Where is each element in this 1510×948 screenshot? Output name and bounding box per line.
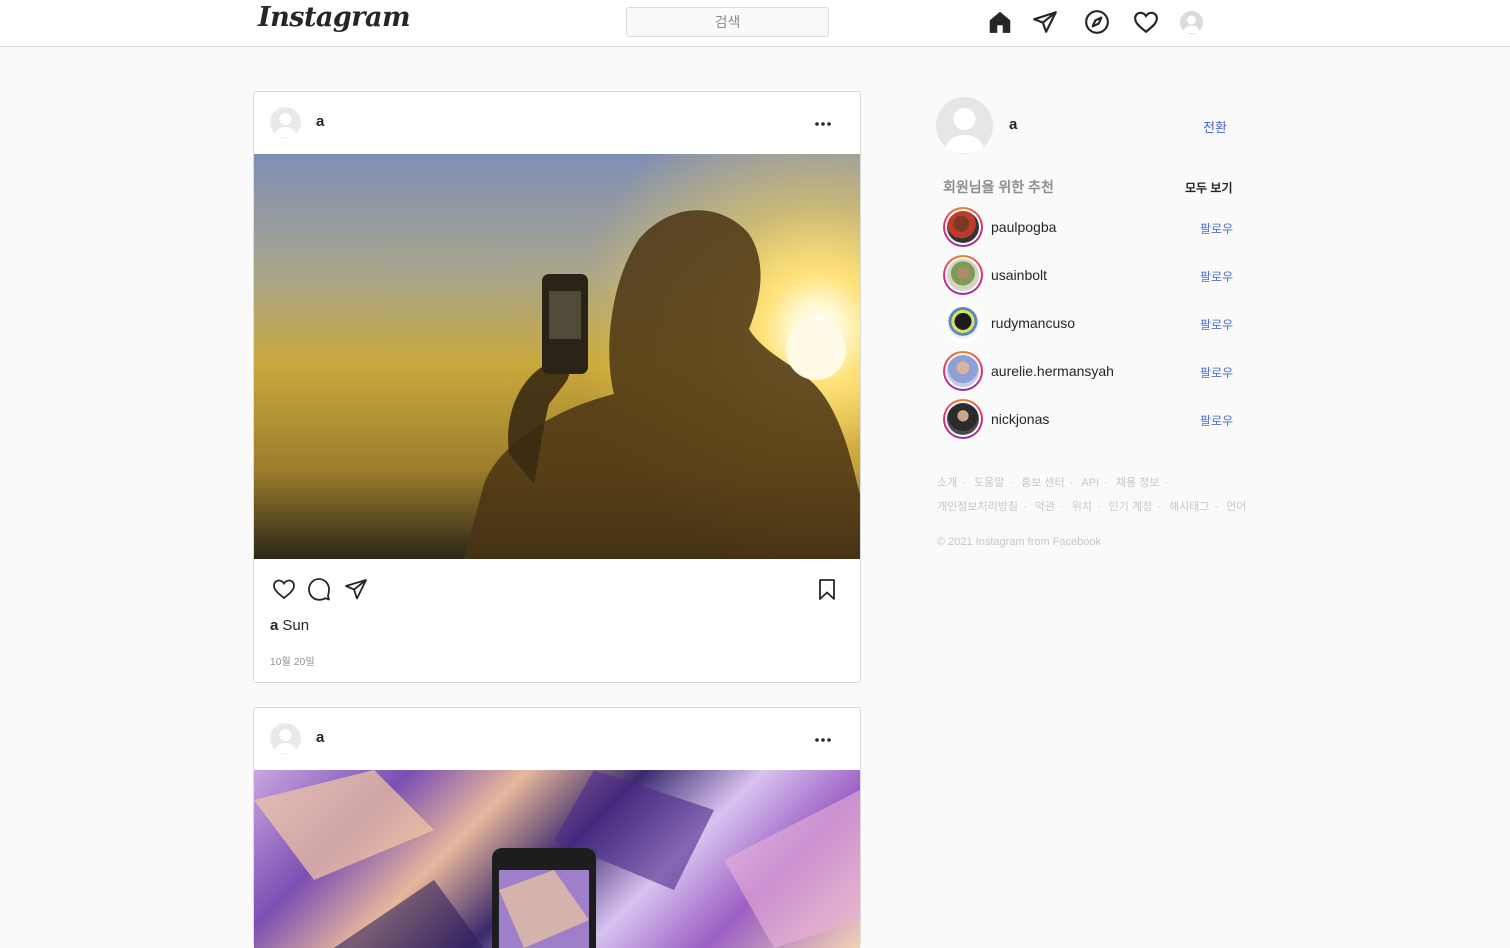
my-username[interactable]: a bbox=[1009, 116, 1017, 133]
post-header: a bbox=[254, 92, 860, 154]
caption-username[interactable]: a bbox=[270, 617, 278, 634]
more-options-icon[interactable] bbox=[810, 114, 836, 134]
share-icon[interactable] bbox=[342, 575, 370, 603]
follow-button[interactable]: 팔로우 bbox=[1200, 268, 1233, 285]
direct-message-icon[interactable] bbox=[1032, 9, 1058, 35]
switch-account-button[interactable]: 전환 bbox=[1203, 117, 1227, 136]
story-ring[interactable] bbox=[943, 303, 983, 343]
follow-button[interactable]: 팔로우 bbox=[1200, 364, 1233, 381]
home-icon[interactable] bbox=[987, 9, 1013, 35]
default-avatar-icon bbox=[944, 108, 985, 153]
suggestion-username[interactable]: rudymancuso bbox=[991, 315, 1075, 331]
suggestion-item: rudymancuso 팔로우 bbox=[943, 303, 1238, 343]
story-ring[interactable] bbox=[943, 207, 983, 247]
post-author-username[interactable]: a bbox=[316, 729, 324, 746]
like-heart-icon[interactable] bbox=[270, 575, 298, 603]
footer-link[interactable]: 소개 bbox=[937, 474, 957, 490]
footer-link[interactable]: 약관 bbox=[1035, 498, 1055, 514]
post-author-username[interactable]: a bbox=[316, 113, 324, 130]
comment-icon[interactable] bbox=[305, 575, 333, 603]
instagram-logo[interactable]: Instagram bbox=[258, 2, 411, 33]
story-ring[interactable] bbox=[943, 351, 983, 391]
suggestion-item: paulpogba 팔로우 bbox=[943, 207, 1238, 247]
footer-link[interactable]: 채용 정보 bbox=[1116, 474, 1160, 490]
post-author-avatar[interactable] bbox=[270, 723, 301, 754]
caption-text: Sun bbox=[282, 617, 310, 634]
default-avatar-icon bbox=[1183, 15, 1200, 33]
more-options-icon[interactable] bbox=[810, 730, 836, 750]
user-avatar bbox=[947, 307, 979, 339]
post-image[interactable] bbox=[254, 154, 860, 559]
mural-photo bbox=[254, 770, 860, 948]
bookmark-icon[interactable] bbox=[813, 575, 841, 603]
post-actions: a Sun 10월 20일 bbox=[254, 559, 860, 668]
footer-link[interactable]: API bbox=[1081, 477, 1099, 489]
feed-post: a a Sun 10월 20일 bbox=[253, 91, 861, 683]
story-ring[interactable] bbox=[943, 255, 983, 295]
footer-link[interactable]: 언어 bbox=[1226, 498, 1246, 514]
activity-heart-icon[interactable] bbox=[1133, 9, 1159, 35]
follow-button[interactable]: 팔로우 bbox=[1200, 220, 1233, 237]
explore-icon[interactable] bbox=[1084, 9, 1110, 35]
post-caption: a Sun bbox=[270, 617, 309, 634]
user-avatar bbox=[947, 403, 979, 435]
default-avatar-icon bbox=[274, 729, 297, 753]
footer-link[interactable]: 홍보 센터 bbox=[1021, 474, 1065, 490]
feed-post: a bbox=[253, 707, 861, 948]
sunset-photo-silhouette bbox=[464, 210, 860, 559]
suggestion-username[interactable]: nickjonas bbox=[991, 411, 1049, 427]
search-input[interactable] bbox=[626, 7, 829, 37]
see-all-button[interactable]: 모두 보기 bbox=[1185, 179, 1233, 196]
suggestion-username[interactable]: usainbolt bbox=[991, 267, 1047, 283]
default-avatar-icon bbox=[274, 113, 297, 137]
footer-link[interactable]: 개인정보처리방침 bbox=[937, 498, 1018, 514]
user-avatar bbox=[947, 211, 979, 243]
footer-link[interactable]: 해시태그 bbox=[1169, 498, 1209, 514]
story-ring[interactable] bbox=[943, 399, 983, 439]
follow-button[interactable]: 팔로우 bbox=[1200, 316, 1233, 333]
suggestion-item: nickjonas 팔로우 bbox=[943, 399, 1238, 439]
profile-avatar[interactable] bbox=[1180, 11, 1203, 34]
user-avatar bbox=[947, 259, 979, 291]
post-date: 10월 20일 bbox=[270, 657, 315, 668]
post-header: a bbox=[254, 708, 860, 770]
top-navigation-bar: Instagram bbox=[0, 0, 1510, 47]
user-avatar bbox=[947, 355, 979, 387]
copyright-text: © 2021 Instagram from Facebook bbox=[937, 536, 1102, 548]
suggestion-item: aurelie.hermansyah 팔로우 bbox=[943, 351, 1238, 391]
suggestion-username[interactable]: paulpogba bbox=[991, 219, 1056, 235]
footer-links-row: 소개 · 도움말 · 홍보 센터 · API · 채용 정보 · bbox=[937, 474, 1267, 490]
post-author-avatar[interactable] bbox=[270, 107, 301, 138]
footer-link[interactable]: 도움말 bbox=[974, 474, 1004, 490]
footer-link[interactable]: 인기 계정 bbox=[1109, 498, 1153, 514]
suggestions-title: 회원님을 위한 추천 bbox=[943, 179, 1054, 195]
suggestion-username[interactable]: aurelie.hermansyah bbox=[991, 363, 1114, 379]
my-profile-avatar[interactable] bbox=[936, 97, 993, 154]
suggestion-item: usainbolt 팔로우 bbox=[943, 255, 1238, 295]
follow-button[interactable]: 팔로우 bbox=[1200, 412, 1233, 429]
footer-link[interactable]: 위치 bbox=[1072, 498, 1092, 514]
post-image[interactable] bbox=[254, 770, 860, 948]
footer-links-row: 개인정보처리방침 · 약관 · 위치 · 인기 계정 · 해시태그 · 언어 bbox=[937, 498, 1267, 514]
